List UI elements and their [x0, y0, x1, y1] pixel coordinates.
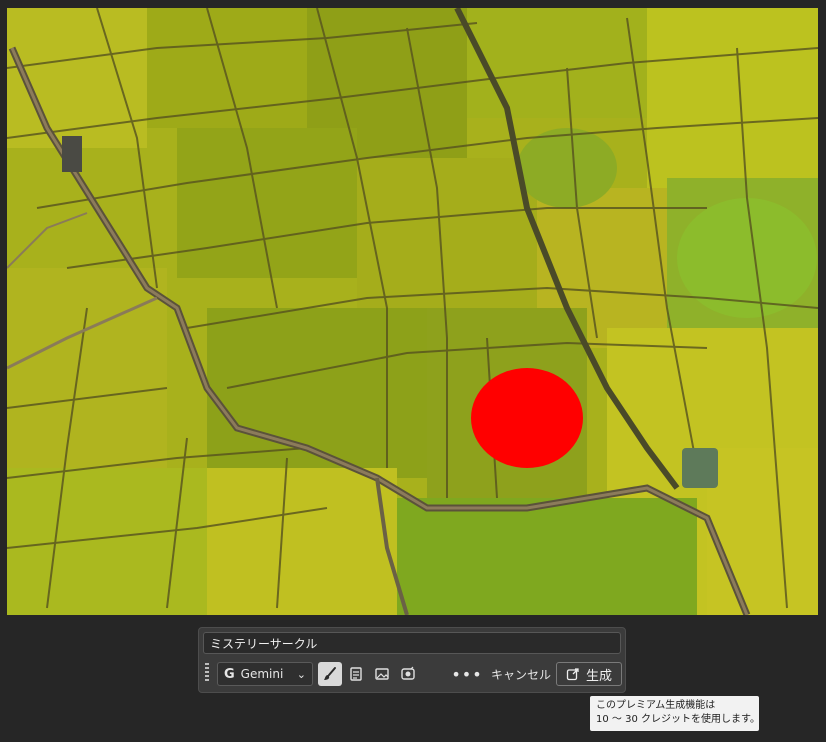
- reference-image-button[interactable]: [370, 662, 394, 686]
- chevron-down-icon: ⌄: [296, 667, 306, 681]
- generate-icon: [566, 668, 579, 681]
- credits-tooltip: このプレミアム生成機能は 10 〜 30 クレジットを使用します。: [590, 696, 759, 731]
- model-selector-dropdown[interactable]: G Gemini ⌄: [217, 662, 313, 686]
- small-building: [62, 136, 82, 172]
- prompt-input[interactable]: [203, 632, 621, 654]
- google-g-icon: G: [224, 666, 235, 682]
- generate-label: 生成: [585, 668, 612, 684]
- generative-fill-toolbar: G Gemini ⌄ ••• キャンセル 生成: [198, 627, 626, 693]
- drag-handle[interactable]: [205, 663, 209, 683]
- pond: [682, 448, 718, 488]
- image-canvas[interactable]: [7, 8, 818, 615]
- brush-mode-button[interactable]: [318, 662, 342, 686]
- red-circle-mark: [471, 368, 583, 468]
- rice-field-aerial-image: [7, 8, 818, 615]
- style-icon: [401, 666, 415, 680]
- reference-document-button[interactable]: [344, 662, 368, 686]
- model-label: Gemini: [240, 667, 284, 681]
- tooltip-line-1: このプレミアム生成機能は: [596, 700, 716, 711]
- document-icon: [350, 667, 362, 681]
- generate-button[interactable]: 生成: [556, 662, 622, 686]
- image-icon: [375, 668, 389, 680]
- cancel-button[interactable]: キャンセル: [487, 662, 555, 686]
- style-effects-button[interactable]: [396, 662, 420, 686]
- brush-icon: [324, 667, 336, 680]
- tooltip-line-2: 10 〜 30 クレジットを使用します。: [596, 714, 759, 725]
- more-options-button[interactable]: •••: [451, 662, 481, 686]
